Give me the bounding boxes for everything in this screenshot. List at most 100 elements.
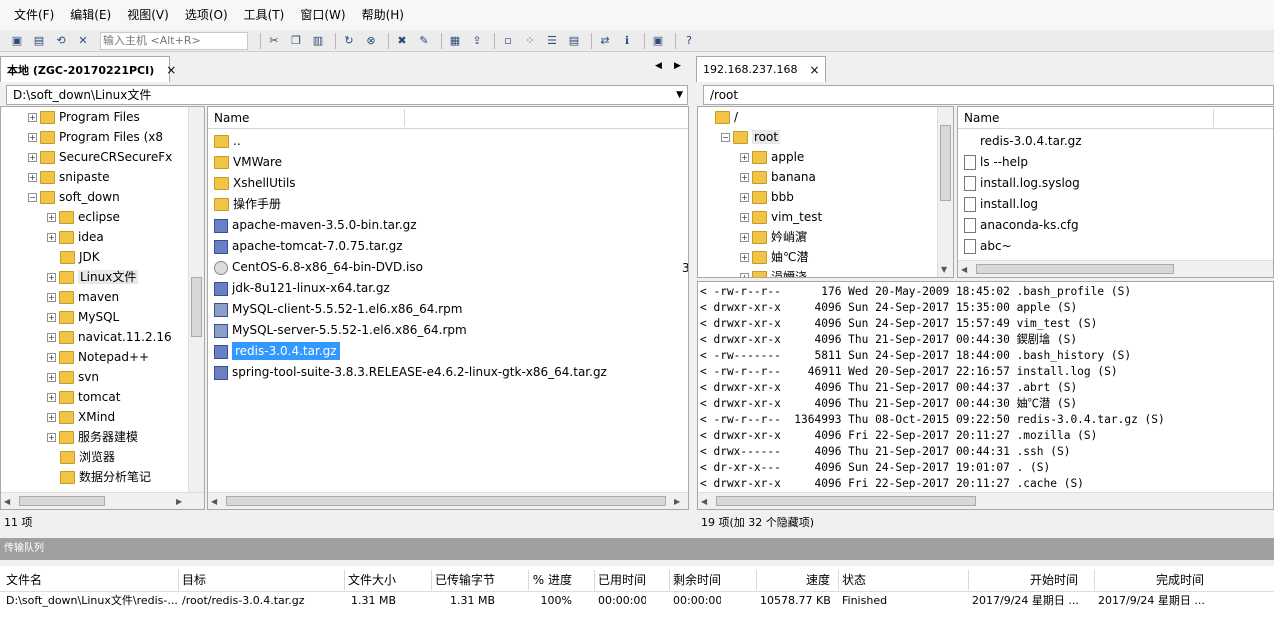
tree-item[interactable]: + navicat.11.2.16 xyxy=(47,327,172,347)
tree-item[interactable]: + Program Files xyxy=(28,107,140,127)
column-divider[interactable] xyxy=(968,570,969,590)
sync-icon[interactable]: ⇄ xyxy=(596,33,614,49)
tree-item[interactable]: + idea xyxy=(47,227,104,247)
list-item[interactable]: VMWare xyxy=(214,152,282,172)
expand-icon[interactable]: + xyxy=(28,173,37,182)
menu-item[interactable]: 工具(T) xyxy=(236,0,293,30)
tree-item[interactable]: + Linux文件 xyxy=(47,267,139,287)
expand-icon[interactable]: + xyxy=(47,293,56,302)
column-header[interactable]: 剩余时间 xyxy=(673,568,721,592)
list-item[interactable]: redis-3.0.4.tar.gz xyxy=(214,341,340,361)
log-hscroll[interactable]: ◀ xyxy=(698,492,1273,509)
tree-item[interactable]: 浏览器 xyxy=(47,447,115,467)
scroll-thumb[interactable] xyxy=(191,277,202,337)
tree-item[interactable]: + Program Files (x8 xyxy=(28,127,163,147)
tree-item[interactable]: 数据分析笔记 xyxy=(47,467,151,487)
list-item[interactable]: install.log.syslog xyxy=(964,173,1080,193)
list-item[interactable]: install.log xyxy=(964,194,1038,214)
list-item[interactable]: 操作手册 xyxy=(214,194,281,214)
expand-icon[interactable]: + xyxy=(740,193,749,202)
tree-item[interactable]: JDK xyxy=(47,247,100,267)
scroll-thumb[interactable] xyxy=(19,496,105,506)
scroll-thumb[interactable] xyxy=(976,264,1174,274)
rename-icon[interactable]: ✎ xyxy=(415,33,433,49)
open-session-icon[interactable]: ▤ xyxy=(30,33,48,49)
column-divider[interactable] xyxy=(1094,570,1095,590)
expand-icon[interactable]: + xyxy=(28,153,37,162)
tab-remote[interactable]: 192.168.237.168 × xyxy=(696,56,826,82)
host-input[interactable]: 输入主机 <Alt+R> xyxy=(100,31,248,50)
column-header[interactable]: 速度 xyxy=(760,568,830,592)
scroll-left-icon[interactable]: ◀ xyxy=(4,497,10,506)
tree-item[interactable]: + 妯℃潜 xyxy=(740,247,808,267)
tree-item[interactable]: − root xyxy=(721,127,781,147)
tree-item[interactable]: + 服务器建模 xyxy=(47,427,138,447)
properties-icon[interactable]: ℹ xyxy=(618,33,636,49)
scroll-thumb[interactable] xyxy=(940,125,951,201)
tree-item[interactable]: + bbb xyxy=(740,187,794,207)
scroll-thumb[interactable] xyxy=(226,496,666,506)
scroll-thumb[interactable] xyxy=(716,496,976,506)
expand-icon[interactable]: + xyxy=(740,273,749,277)
tree-item[interactable]: + tomcat xyxy=(47,387,120,407)
tab-scroll-right-icon[interactable]: ▶ xyxy=(674,61,681,71)
column-divider[interactable] xyxy=(594,570,595,590)
expand-icon[interactable]: + xyxy=(740,213,749,222)
small-icons-view-icon[interactable]: ⁘ xyxy=(521,33,539,49)
list-item[interactable]: ls --help xyxy=(964,152,1028,172)
large-icons-view-icon[interactable]: ▫ xyxy=(499,33,517,49)
remote-path-field[interactable]: /root xyxy=(703,85,1274,105)
cut-icon[interactable]: ✂ xyxy=(265,33,283,49)
list-item[interactable]: XshellUtils xyxy=(214,173,296,193)
expand-icon[interactable]: + xyxy=(47,353,56,362)
tree-item[interactable]: + apple xyxy=(740,147,804,167)
scroll-down-icon[interactable]: ▼ xyxy=(941,265,947,274)
column-divider[interactable] xyxy=(528,570,529,590)
menu-item[interactable]: 视图(V) xyxy=(119,0,177,30)
paste-icon[interactable]: ▥ xyxy=(309,33,327,49)
expand-icon[interactable]: + xyxy=(47,313,56,322)
column-header[interactable]: 完成时间 xyxy=(1098,568,1204,592)
tree-item[interactable]: + maven xyxy=(47,287,119,307)
column-divider[interactable] xyxy=(1213,109,1214,127)
tab-local[interactable]: 本地 (ZGC-20170221PCI) × xyxy=(0,56,176,82)
local-list-hscroll[interactable]: ◀ ▶ xyxy=(208,492,688,509)
list-item[interactable]: apache-tomcat-7.0.75.tar.gz xyxy=(214,236,403,256)
menu-item[interactable]: 选项(O) xyxy=(177,0,236,30)
menu-item[interactable]: 文件(F) xyxy=(6,0,62,30)
local-path-field[interactable]: D:\soft_down\Linux文件 ▼ xyxy=(6,85,688,105)
tab-close-icon[interactable]: × xyxy=(809,63,819,77)
local-tree-vscroll[interactable] xyxy=(188,107,204,493)
tree-item[interactable]: + Notepad++ xyxy=(47,347,149,367)
column-divider[interactable] xyxy=(838,570,839,590)
column-header[interactable]: 已传输字节 xyxy=(435,568,495,592)
tree-item[interactable]: + snipaste xyxy=(28,167,110,187)
tree-item[interactable]: + XMind xyxy=(47,407,115,427)
column-header[interactable]: 文件大小 xyxy=(348,568,396,592)
disconnect-icon[interactable]: ✕ xyxy=(74,33,92,49)
remote-list-hscroll[interactable]: ◀ xyxy=(958,260,1273,277)
tree-item[interactable]: + banana xyxy=(740,167,816,187)
menu-item[interactable]: 编辑(E) xyxy=(62,0,119,30)
collapse-icon[interactable]: − xyxy=(28,193,37,202)
expand-icon[interactable]: + xyxy=(740,233,749,242)
stop-icon[interactable]: ⊗ xyxy=(362,33,380,49)
scroll-left-icon[interactable]: ◀ xyxy=(211,497,217,506)
expand-icon[interactable]: + xyxy=(47,433,56,442)
expand-icon[interactable]: + xyxy=(740,173,749,182)
expand-icon[interactable]: + xyxy=(47,413,56,422)
list-item[interactable]: anaconda-ks.cfg xyxy=(964,215,1079,235)
expand-icon[interactable]: + xyxy=(47,333,56,342)
menu-item[interactable]: 帮助(H) xyxy=(354,0,412,30)
table-row[interactable]: D:\soft_down\Linux文件\redis-... /root/redi… xyxy=(0,591,1274,611)
new-session-icon[interactable]: ▣ xyxy=(8,33,26,49)
folder-tree-icon[interactable]: ▦ xyxy=(446,33,464,49)
list-item[interactable]: CentOS-6.8-x86_64-bin-DVD.iso xyxy=(214,257,423,277)
scroll-right-icon[interactable]: ▶ xyxy=(674,497,680,506)
column-divider[interactable] xyxy=(178,570,179,590)
column-header-name[interactable]: Name xyxy=(208,107,688,129)
tree-item[interactable]: + 妗峭濵 xyxy=(740,227,807,247)
tree-item[interactable]: − soft_down xyxy=(28,187,120,207)
list-item[interactable]: MySQL-server-5.5.52-1.el6.x86_64.rpm xyxy=(214,320,467,340)
delete-icon[interactable]: ✖ xyxy=(393,33,411,49)
